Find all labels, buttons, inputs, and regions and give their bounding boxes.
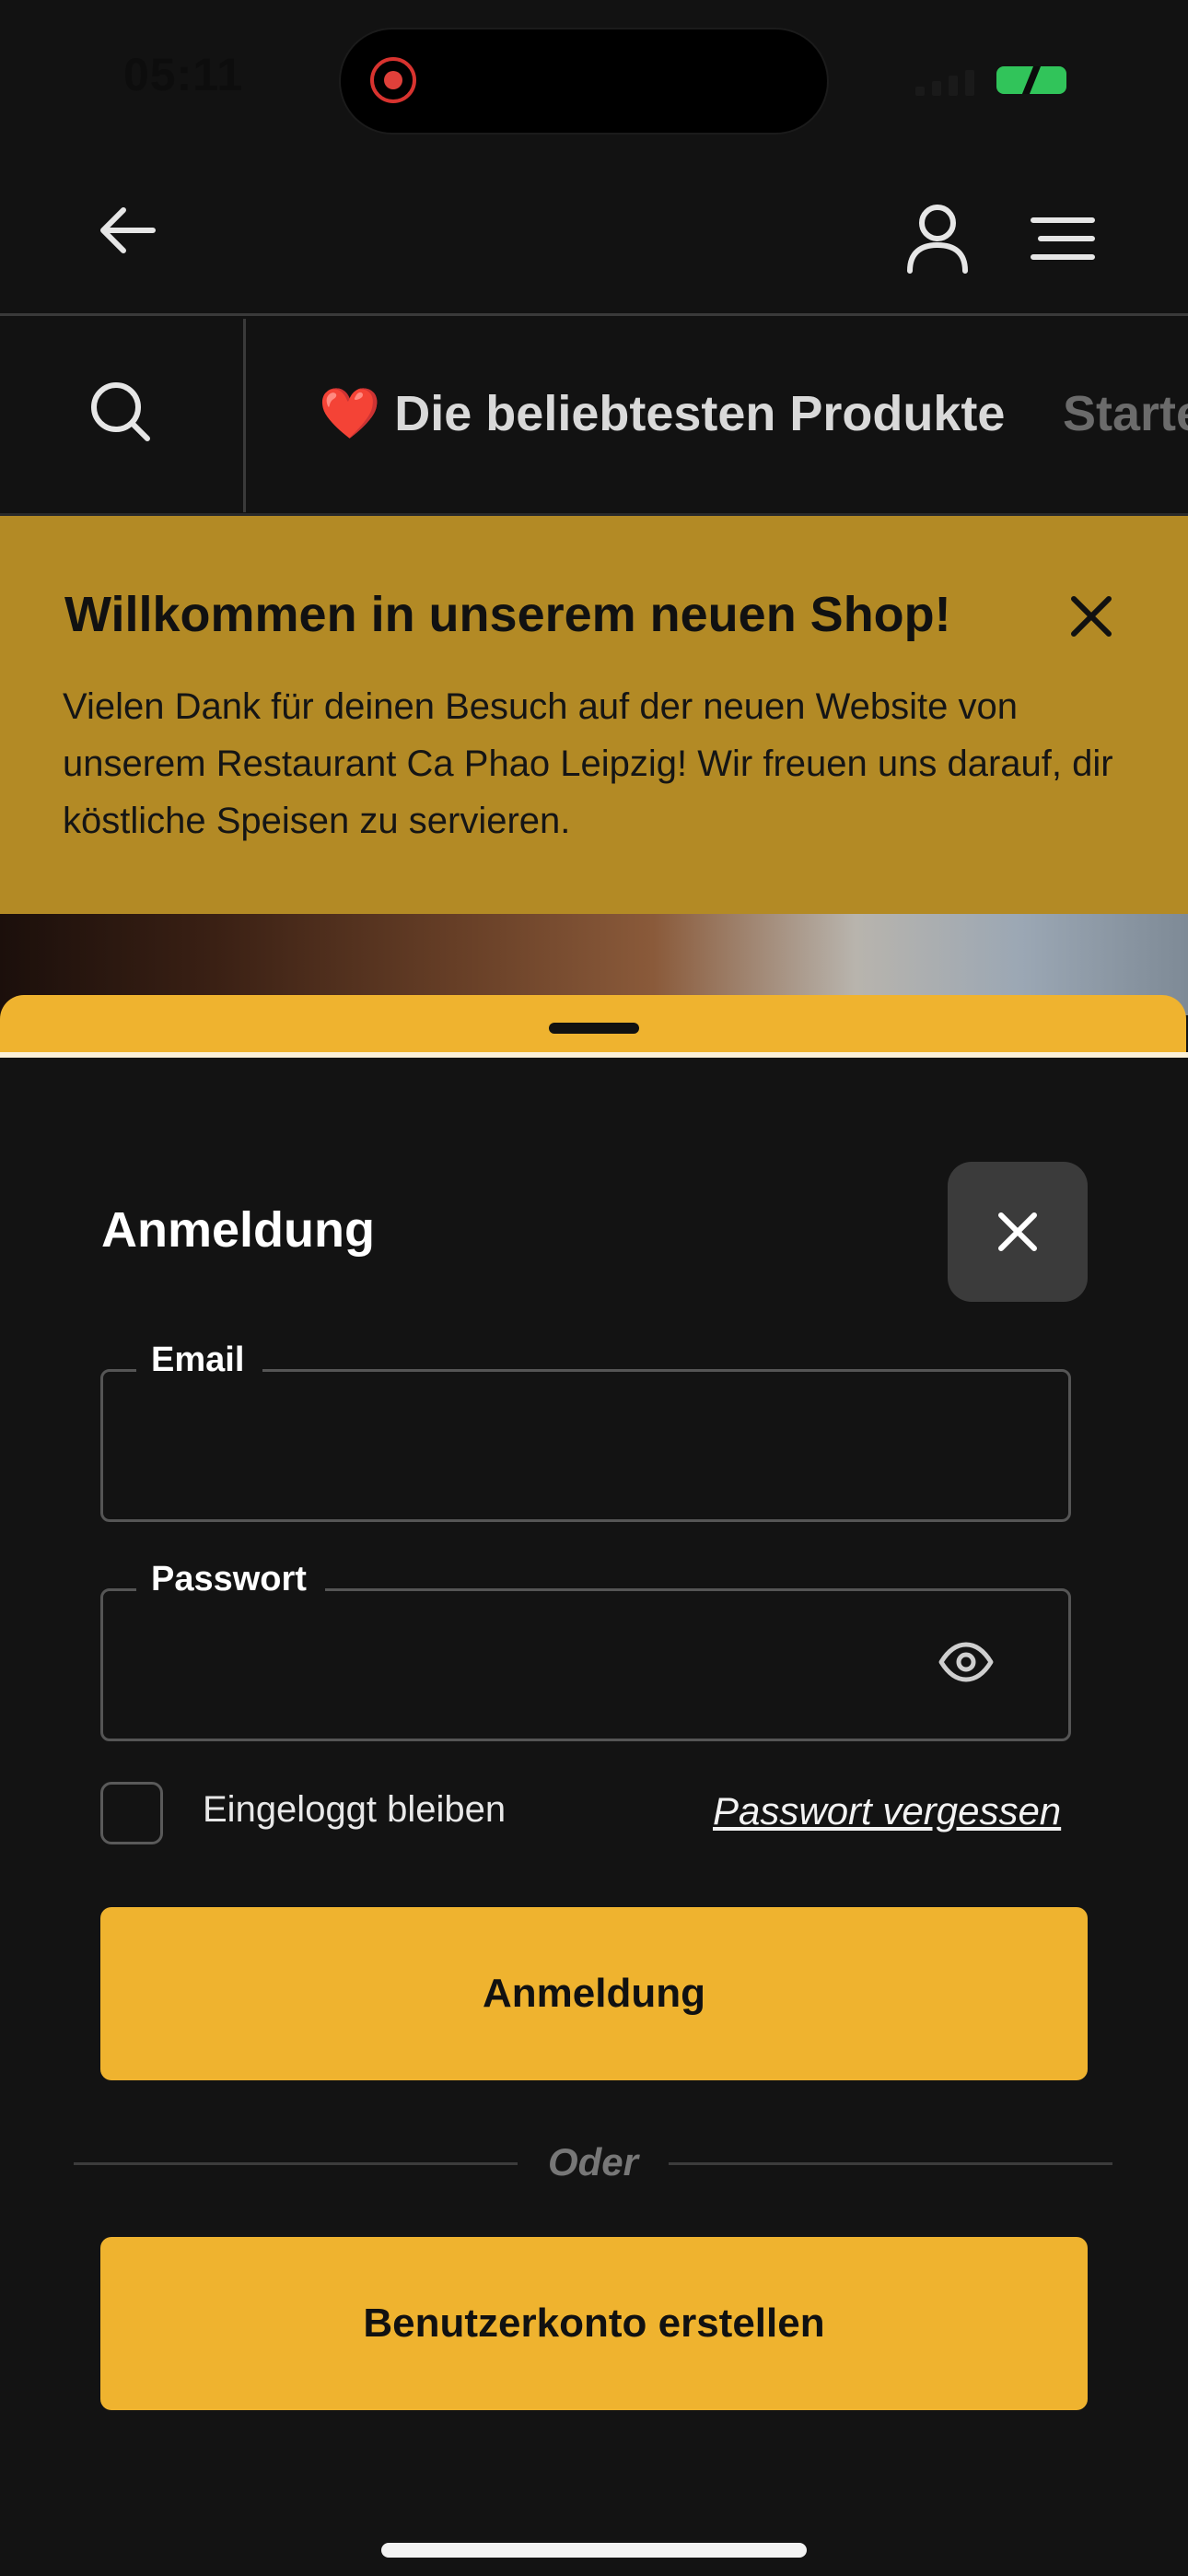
sheet-grabber[interactable] <box>549 1023 639 1034</box>
hamburger-icon[interactable] <box>1030 216 1096 262</box>
heart-icon: ❤️ <box>319 386 381 441</box>
register-button[interactable]: Benutzerkonto erstellen <box>100 2237 1088 2410</box>
close-icon <box>998 1212 1037 1251</box>
screen-recording-icon <box>370 57 416 103</box>
signal-icon <box>915 70 974 96</box>
category-next[interactable]: Starte <box>1063 385 1188 442</box>
remember-checkbox[interactable] <box>100 1782 163 1844</box>
battery-icon <box>996 66 1066 94</box>
password-input[interactable] <box>140 1630 936 1705</box>
forgot-password-link[interactable]: Passwort vergessen <box>713 1789 1061 1833</box>
login-button[interactable]: Anmeldung <box>100 1907 1088 2080</box>
home-indicator[interactable] <box>381 2543 807 2558</box>
email-input[interactable] <box>140 1411 936 1486</box>
remember-label[interactable]: Eingeloggt bleiben <box>203 1789 506 1831</box>
login-title: Anmeldung <box>101 1202 375 1258</box>
password-field: Passwort <box>100 1560 1071 1741</box>
email-label: Email <box>136 1341 263 1380</box>
divider-right <box>669 2162 1112 2165</box>
email-field: Email <box>100 1341 1071 1522</box>
divider-text: Oder <box>547 2140 639 2184</box>
category-popular-products[interactable]: ❤️ Die beliebtesten Produkte <box>319 385 1005 443</box>
banner-text: Vielen Dank für deinen Besuch auf der ne… <box>63 686 1113 841</box>
search-icon[interactable] <box>88 380 153 444</box>
category-divider <box>243 319 246 512</box>
banner-title: Willkommen in unserem neuen Shop! <box>64 587 951 642</box>
arrow-left-icon[interactable] <box>98 205 157 256</box>
category-label: Die beliebtesten Produkte <box>394 386 1006 441</box>
banner-close-icon[interactable] <box>1066 591 1116 641</box>
eye-icon[interactable] <box>938 1633 995 1691</box>
status-time: 05:11 <box>123 49 244 100</box>
divider-left <box>74 2162 518 2165</box>
close-button[interactable] <box>948 1162 1088 1302</box>
user-icon[interactable] <box>904 203 971 275</box>
password-label: Passwort <box>136 1560 325 1599</box>
